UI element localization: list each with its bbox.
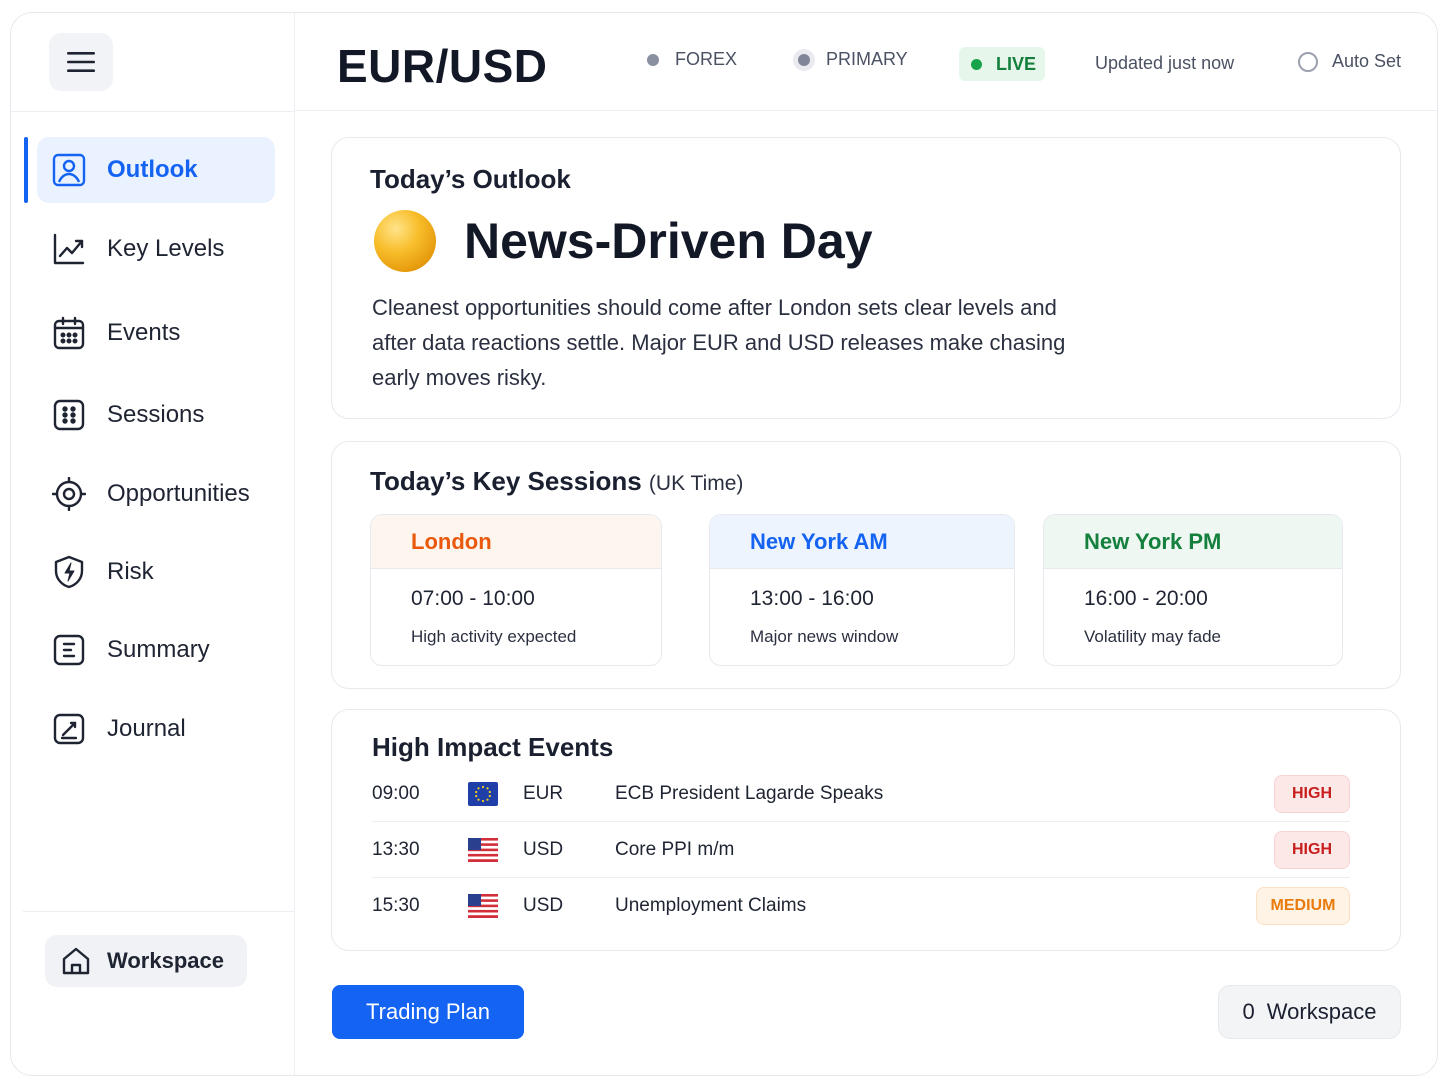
session-time: 13:00 - 16:00 — [750, 587, 874, 610]
forex-label: FOREX — [675, 49, 738, 69]
sessions-card: Today’s Key Sessions (UK Time) London 07… — [331, 441, 1401, 689]
event-row[interactable]: 09:00 EUR ECB President Lagarde Speaks H… — [372, 766, 1350, 822]
sidebar-item-label: Events — [107, 319, 181, 346]
impact-badge: HIGH — [1274, 774, 1350, 813]
eu-flag-icon — [468, 781, 498, 806]
event-name: ECB President Lagarde Speaks — [615, 782, 884, 804]
sidebar-item-label: Journal — [107, 715, 186, 742]
outlook-card: Today’s Outlook News-Driven Day Cleanest… — [331, 137, 1401, 419]
target-icon — [51, 476, 87, 512]
status-dot-icon — [798, 53, 810, 66]
live-label: LIVE — [996, 53, 1037, 74]
session-name: New York AM — [710, 515, 1014, 569]
sidebar-item-label: Sessions — [107, 401, 205, 428]
session-time: 16:00 - 20:00 — [1084, 587, 1208, 610]
session-note: High activity expected — [411, 627, 577, 646]
event-time: 15:30 — [372, 895, 420, 916]
shield-bolt-icon — [51, 554, 87, 590]
workspace-count-label: Workspace — [1266, 999, 1377, 1024]
impact-badge: MEDIUM — [1256, 887, 1350, 925]
updated-status: Updated just now — [1095, 53, 1235, 73]
sessions-title: Today’s Key Sessions — [370, 466, 642, 496]
sidebar-item-sessions[interactable]: Sessions — [37, 382, 275, 448]
event-name: Unemployment Claims — [615, 895, 807, 916]
session-card-london: London 07:00 - 10:00 High activity expec… — [370, 514, 662, 666]
workspace-count: 0 — [1242, 999, 1255, 1024]
primary-label: PRIMARY — [826, 49, 908, 69]
sidebar-item-key-levels[interactable]: Key Levels — [37, 216, 275, 282]
home-icon — [62, 947, 90, 975]
event-name: Core PPI m/m — [615, 838, 735, 860]
sentiment-ball-icon — [374, 210, 436, 272]
sidebar-item-label: Summary — [107, 636, 210, 663]
chart-line-icon — [51, 231, 87, 267]
auto-set-toggle[interactable]: Auto Set — [1298, 51, 1401, 72]
calendar-icon — [51, 315, 87, 351]
event-currency: USD — [523, 895, 564, 916]
grid-icon — [51, 397, 87, 433]
event-currency: EUR — [523, 782, 564, 804]
sidebar-item-opportunities[interactable]: Opportunities — [37, 461, 275, 527]
sidebar-item-summary[interactable]: Summary — [37, 617, 275, 683]
event-time: 09:00 — [372, 782, 420, 804]
active-indicator — [24, 137, 28, 203]
sidebar-item-label: Opportunities — [107, 480, 250, 507]
sidebar: Outlook Key Levels Events Sessions Oppor… — [11, 13, 295, 1075]
live-dot-icon — [971, 58, 982, 70]
sidebar-item-outlook[interactable]: Outlook — [37, 137, 275, 203]
session-name: London — [371, 515, 661, 569]
us-flag-icon — [468, 894, 498, 918]
event-time: 13:30 — [372, 838, 420, 860]
events-title: High Impact Events — [372, 732, 614, 762]
sidebar-item-label: Risk — [107, 558, 154, 585]
us-flag-icon — [468, 837, 498, 862]
summary-icon — [51, 632, 87, 668]
outlook-headline: News-Driven Day — [464, 213, 873, 269]
session-name: New York PM — [1044, 515, 1342, 569]
auto-set-label: Auto Set — [1332, 51, 1402, 71]
sidebar-item-journal[interactable]: Journal — [37, 696, 275, 762]
sessions-subtitle: (UK Time) — [648, 472, 744, 495]
sidebar-item-label: Outlook — [107, 156, 198, 183]
trading-plan-button[interactable]: Trading Plan — [332, 985, 524, 1039]
event-row[interactable]: 15:30 USD Unemployment Claims MEDIUM — [372, 878, 1350, 934]
live-badge: LIVE — [959, 47, 1045, 81]
app-window: Outlook Key Levels Events Sessions Oppor… — [10, 12, 1438, 1076]
workspace-label: Workspace — [107, 948, 224, 973]
sidebar-item-risk[interactable]: Risk — [37, 539, 275, 605]
sessions-heading: Today’s Key Sessions (UK Time) — [370, 466, 743, 497]
events-card: High Impact Events 09:00 EUR ECB Preside… — [331, 709, 1401, 951]
workspace-button[interactable]: Workspace — [45, 935, 247, 987]
session-card-new-york-am: New York AM 13:00 - 16:00 Major news win… — [709, 514, 1015, 666]
page-title: EUR/USD — [337, 40, 548, 92]
outlook-description: Cleanest opportunities should come after… — [372, 295, 1066, 390]
session-card-new-york-pm: New York PM 16:00 - 20:00 Volatility may… — [1043, 514, 1343, 666]
forex-chip: FOREX — [647, 49, 737, 70]
divider — [11, 111, 295, 112]
sidebar-item-label: Key Levels — [107, 235, 225, 262]
hamburger-icon — [67, 52, 95, 72]
sidebar-item-events[interactable]: Events — [37, 300, 275, 366]
outlook-title: Today’s Outlook — [370, 164, 571, 194]
impact-badge: HIGH — [1274, 830, 1350, 869]
outlook-icon — [51, 152, 87, 188]
session-note: Volatility may fade — [1084, 627, 1222, 646]
workspace-count-button[interactable]: 0 Workspace — [1218, 985, 1401, 1039]
header: EUR/USD FOREX PRIMARY LIVE Updated just … — [295, 13, 1437, 111]
menu-button[interactable] — [49, 33, 113, 91]
session-note: Major news window — [750, 627, 899, 646]
radio-icon — [1298, 51, 1318, 72]
event-row[interactable]: 13:30 USD Core PPI m/m HIGH — [372, 822, 1350, 878]
event-currency: USD — [523, 838, 564, 860]
journal-icon — [51, 711, 87, 747]
status-dot-icon — [647, 53, 659, 66]
session-time: 07:00 - 10:00 — [411, 587, 535, 610]
divider — [23, 911, 295, 912]
primary-chip: PRIMARY — [798, 49, 908, 70]
